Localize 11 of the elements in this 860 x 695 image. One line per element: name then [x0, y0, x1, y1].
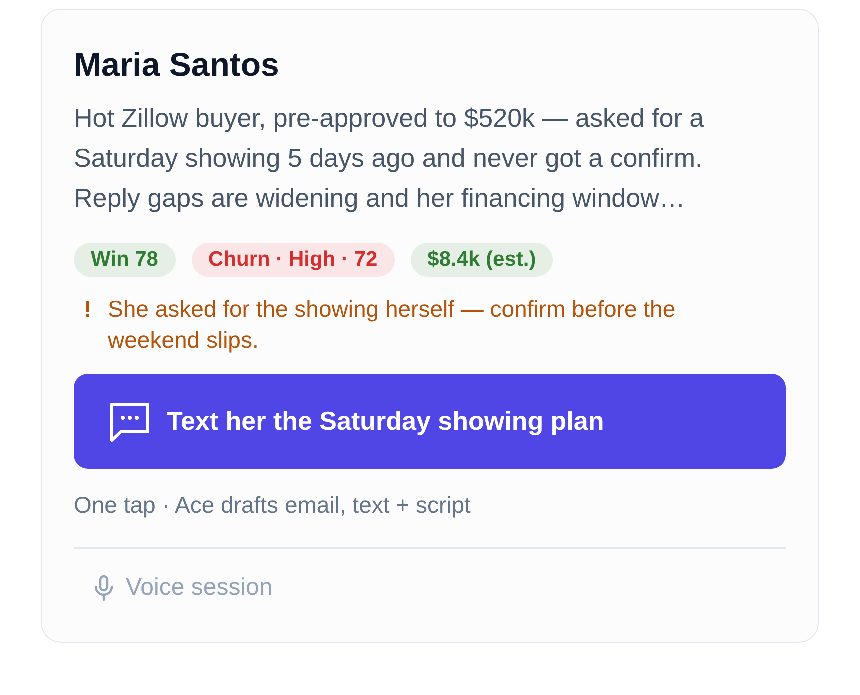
score-tag: Win 78 [74, 243, 176, 277]
chat-bubble-icon [109, 400, 151, 442]
lead-summary: Hot Zillow buyer, pre-approved to $520k — asked for a Saturday showing 5 days ago and never got a confirm. Reply gaps are widening and her financing window… [74, 102, 706, 215]
lead-name: Maria Santos [74, 46, 280, 84]
score-tag: Churn · High · 72 [192, 243, 395, 277]
warning-mark: ! [84, 295, 93, 324]
microphone-icon [94, 575, 114, 601]
action-note: One tap · Ace drafts email, text + script [74, 491, 472, 519]
text-plan-button[interactable]: Text her the Saturday showing plan [74, 374, 786, 469]
warning-text: She asked for the showing herself — confirm before the weekend slips. [108, 295, 677, 355]
score-tag: $8.4k (est.) [410, 243, 554, 277]
